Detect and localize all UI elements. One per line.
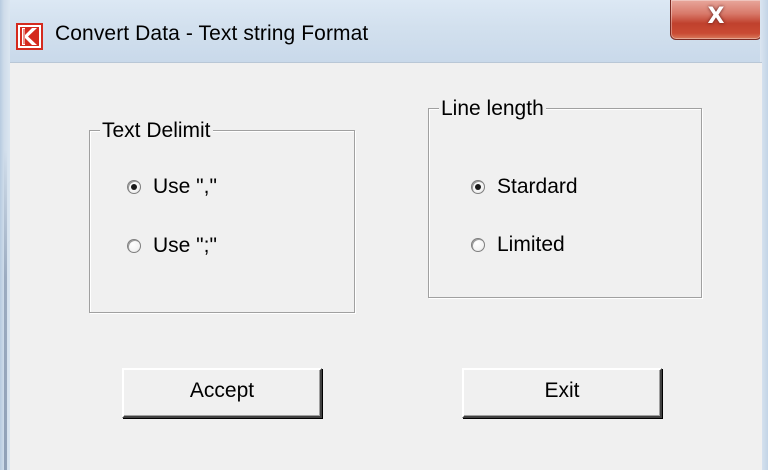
line-length-legend: Line length	[439, 97, 546, 121]
standard-radio[interactable]	[471, 180, 485, 194]
window-frame-shadow	[4, 150, 7, 470]
use-semicolon-option[interactable]: Use ";"	[127, 232, 217, 260]
limited-radio[interactable]	[471, 238, 485, 252]
limited-label[interactable]: Limited	[497, 233, 565, 257]
standard-option[interactable]: Stardard	[471, 173, 578, 201]
accept-button[interactable]: Accept	[122, 368, 322, 418]
close-icon: X	[707, 4, 725, 29]
use-comma-option[interactable]: Use ","	[127, 173, 217, 201]
text-delimit-group: Text Delimit Use "," Use ";"	[89, 119, 355, 313]
title-bar[interactable]: Convert Data - Text string Format X	[0, 0, 768, 62]
use-semicolon-label[interactable]: Use ";"	[153, 234, 217, 258]
line-length-group: Line length Stardard Limited	[428, 97, 702, 298]
dialog-client-area: Text Delimit Use "," Use ";" Line length…	[10, 62, 762, 470]
use-semicolon-radio[interactable]	[127, 239, 141, 253]
text-delimit-legend: Text Delimit	[100, 119, 213, 143]
app-logo-icon	[16, 23, 43, 50]
standard-label[interactable]: Stardard	[497, 175, 578, 199]
dialog-window: Convert Data - Text string Format X Text…	[0, 0, 768, 470]
use-comma-label[interactable]: Use ","	[153, 175, 217, 199]
limited-option[interactable]: Limited	[471, 231, 565, 259]
exit-button[interactable]: Exit	[462, 368, 662, 418]
window-title: Convert Data - Text string Format	[55, 22, 369, 45]
close-button[interactable]: X	[670, 0, 762, 40]
use-comma-radio[interactable]	[127, 180, 141, 194]
